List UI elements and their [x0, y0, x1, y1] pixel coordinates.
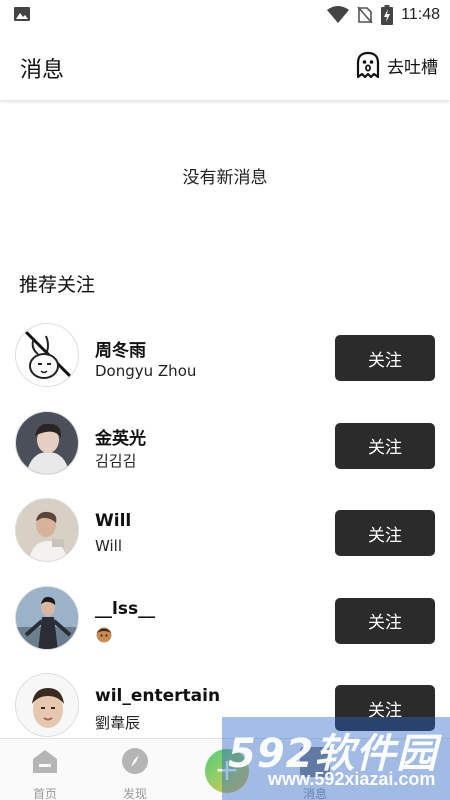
follow-button[interactable]: 关注 [335, 510, 435, 556]
profile-photo [16, 586, 78, 649]
user-subtitle: Dongyu Zhou [95, 362, 197, 380]
nav-home[interactable]: 首页 [10, 747, 80, 800]
profile-photo [16, 499, 78, 561]
compass-icon [122, 748, 148, 774]
face-emoji-icon [96, 627, 112, 642]
status-icons: 11:48 [327, 4, 440, 26]
nav-discover[interactable]: 发现 [100, 747, 170, 800]
profile-photo [16, 674, 78, 736]
battery-charging-icon [381, 5, 394, 25]
user-subtitle: 劉韋辰 [95, 714, 141, 732]
wifi-icon [327, 6, 350, 23]
recommend-list: 周冬雨 Dongyu Zhou 关注 金英光 김김김 关注 Will Will … [0, 320, 450, 758]
avatar[interactable] [15, 410, 79, 475]
list-item: __lss__ 关注 [0, 583, 450, 671]
user-name: wil_entertain [95, 686, 221, 706]
list-item: 周冬雨 Dongyu Zhou 关注 [0, 320, 450, 408]
avatar[interactable] [15, 323, 79, 387]
user-name: Will [95, 511, 132, 531]
no-sim-icon [357, 6, 373, 24]
status-bar: 11:48 [0, 0, 450, 30]
list-item: 金英光 김김김 关注 [0, 408, 450, 496]
image-icon [14, 7, 30, 21]
feedback-button[interactable]: 去吐槽 [355, 50, 438, 80]
status-time: 11:48 [401, 6, 440, 23]
user-name: 周冬雨 [95, 341, 146, 361]
watermark: 592软件园 www.592xiazai.com [222, 717, 450, 800]
page-title: 消息 [20, 58, 65, 83]
user-subtitle: 김김김 [95, 451, 137, 470]
home-icon [33, 750, 57, 773]
avatar[interactable] [15, 673, 79, 737]
nav-discover-label: 发现 [122, 787, 147, 800]
ghost-icon [356, 51, 380, 79]
watermark-url: www.592xiazai.com [268, 769, 436, 789]
cartoon-avatar-image [16, 324, 78, 386]
follow-button[interactable]: 关注 [335, 597, 435, 644]
feedback-label: 去吐槽 [387, 57, 438, 78]
app-header: 消息 去吐槽 [0, 30, 450, 100]
list-item: Will Will 关注 [0, 495, 450, 583]
nav-home-label: 首页 [32, 787, 57, 800]
follow-button[interactable]: 关注 [335, 422, 435, 469]
follow-button[interactable]: 关注 [335, 335, 435, 381]
user-name: __lss__ [95, 598, 156, 619]
recommend-title: 推荐关注 [19, 274, 96, 296]
avatar[interactable] [15, 498, 79, 562]
user-subtitle [95, 625, 113, 647]
profile-photo [16, 411, 78, 474]
user-name: 金英光 [95, 428, 146, 449]
empty-message: 没有新消息 [182, 168, 268, 188]
avatar[interactable] [15, 585, 79, 650]
user-subtitle: Will [95, 537, 123, 555]
